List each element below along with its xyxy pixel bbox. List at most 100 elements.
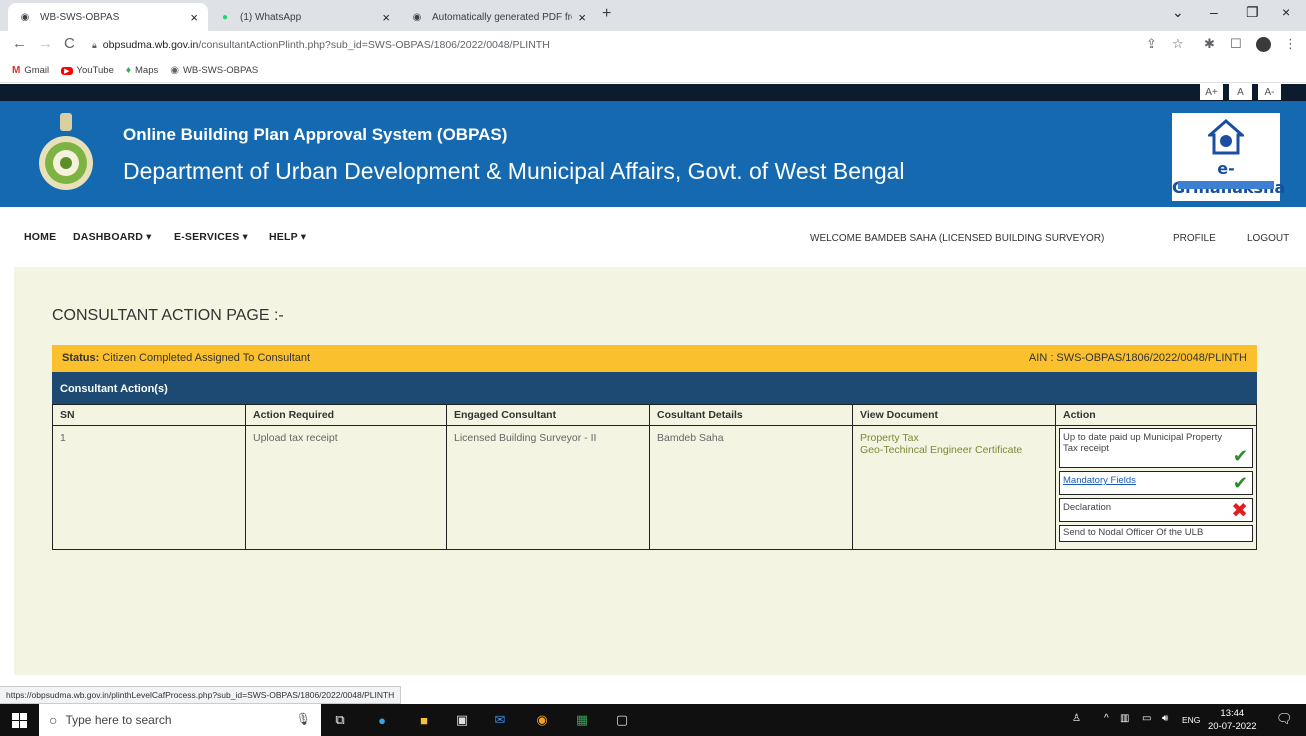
mandatory-fields-link[interactable]: Mandatory Fields (1063, 475, 1136, 486)
notifications-icon[interactable]: 🗨︎ (1276, 711, 1293, 727)
table-row: 1 Upload tax receipt Licensed Building S… (52, 425, 1257, 550)
logout-link[interactable]: LOGOUT (1247, 233, 1289, 244)
tab-search-icon[interactable]: ⌄ (1172, 4, 1184, 21)
profile-link[interactable]: PROFILE (1173, 233, 1216, 244)
browser-toolbar: ← → C 🔒︎ obpsudma.wb.gov.in /consultantA… (0, 31, 1306, 59)
send-to-nodal-officer-button[interactable]: Send to Nodal Officer Of the ULB (1059, 525, 1253, 542)
document-link-geotechnical-certificate[interactable]: Geo-Techincal Engineer Certificate (860, 444, 1048, 456)
edge-icon[interactable]: ● (372, 710, 392, 730)
bookmark-youtube[interactable]: ▶ YouTube (61, 65, 114, 76)
column-header-engaged-consultant: Engaged Consultant (446, 404, 650, 426)
bookmark-label: Gmail (24, 65, 50, 76)
gmail-icon: M (12, 65, 21, 76)
extensions-icon[interactable]: ✱ (1204, 36, 1215, 52)
link-preview-status: https://obpsudma.wb.gov.in/plinthLevelCa… (0, 686, 402, 704)
close-tab-icon[interactable]: × (382, 10, 390, 25)
site-top-bar: A+ A A- (0, 84, 1306, 101)
forward-icon[interactable]: → (38, 35, 53, 52)
cell-engaged-consultant: Licensed Building Surveyor - II (446, 425, 650, 550)
bookmark-star-icon[interactable]: ☆ (1172, 36, 1184, 52)
bookmark-obpas[interactable]: ◉ WB-SWS-OBPAS (170, 65, 258, 76)
cross-icon: ✖ (1231, 500, 1248, 522)
microphone-icon[interactable]: 🎙︎ (296, 712, 311, 726)
action-label: Declaration (1063, 502, 1112, 513)
file-explorer-icon[interactable]: ■ (414, 710, 434, 730)
nav-dashboard[interactable]: DASHBOARD ▾ (73, 231, 152, 243)
tab-title: (1) WhatsApp (240, 11, 302, 23)
maps-icon: ♦ (125, 65, 131, 76)
main-nav: HOME DASHBOARD ▾ E-SERVICES ▾ HELP ▾ WEL… (0, 207, 1306, 267)
close-window-icon[interactable]: × (1282, 4, 1290, 20)
action-label: Send to Nodal Officer Of the ULB (1063, 527, 1204, 538)
clock-time: 13:44 (1220, 708, 1245, 719)
new-tab-icon[interactable]: + (602, 5, 611, 23)
column-header-action-required: Action Required (245, 404, 447, 426)
action-mandatory-fields[interactable]: Mandatory Fields ✔ (1059, 471, 1253, 495)
windows-start-icon[interactable] (12, 713, 27, 728)
search-icon: ○ (49, 712, 58, 728)
volume-icon[interactable]: 🔊︎ (1162, 713, 1168, 724)
cell-view-document: Property Tax Geo-Techincal Engineer Cert… (852, 425, 1056, 550)
taskbar-search-box[interactable]: ○ Type here to search 🎙︎ (39, 704, 321, 736)
consultant-actions-header: Consultant Action(s) (52, 372, 1257, 404)
tab-title: Automatically generated PDF fro (432, 11, 573, 23)
browser-tab-obpas[interactable]: ◉ WB-SWS-OBPAS × (8, 3, 208, 31)
chrome-icon[interactable]: ◉ (532, 710, 552, 730)
store-icon[interactable]: ▣ (452, 710, 472, 730)
nav-home[interactable]: HOME (24, 231, 56, 243)
header-system-title: Online Building Plan Approval System (OB… (123, 125, 508, 144)
globe-icon: ◉ (170, 65, 179, 76)
sidebar-icon[interactable]: ☐ (1230, 36, 1242, 52)
globe-icon: ◉ (20, 11, 30, 23)
action-declaration[interactable]: Declaration ✖ (1059, 498, 1253, 522)
logo-ribbon (1178, 181, 1274, 189)
action-tax-receipt[interactable]: Up to date paid up Municipal Property Ta… (1059, 428, 1253, 468)
language-indicator[interactable]: ENG (1182, 715, 1200, 725)
url-host: obpsudma.wb.gov.in (102, 39, 199, 51)
network-icon[interactable]: ▥ (1120, 713, 1129, 724)
app-window-icon[interactable]: ▢ (612, 710, 632, 730)
logo-text: e-Grihanaksha (1172, 159, 1286, 197)
status-label: Status: (62, 352, 100, 364)
bookmark-maps[interactable]: ♦ Maps (126, 65, 158, 76)
search-placeholder: Type here to search (65, 713, 172, 727)
nav-help[interactable]: HELP ▾ (269, 231, 306, 243)
share-icon[interactable]: ⇪ (1146, 36, 1157, 52)
youtube-icon: ▶ (61, 66, 73, 75)
cell-action-required: Upload tax receipt (245, 425, 447, 550)
browser-tab-whatsapp[interactable]: ● (1) WhatsApp × (208, 3, 400, 31)
restore-icon[interactable]: ❐ (1246, 4, 1259, 21)
cell-action: Up to date paid up Municipal Property Ta… (1055, 425, 1257, 550)
bookmark-gmail[interactable]: M Gmail (12, 65, 49, 76)
house-logo-icon (1208, 119, 1244, 155)
mail-icon[interactable]: ✉ (490, 710, 510, 730)
url-path: /consultantActionPlinth.php?sub_id=SWS-O… (198, 39, 550, 51)
profile-avatar-icon[interactable] (1256, 37, 1271, 52)
close-tab-icon[interactable]: × (190, 10, 198, 25)
welcome-text: WELCOME BAMDEB SAHA (LICENSED BUILDING S… (810, 233, 1105, 244)
column-header-action: Action (1055, 404, 1257, 426)
back-icon[interactable]: ← (12, 35, 27, 52)
more-menu-icon[interactable]: ⋮ (1284, 36, 1297, 52)
taskbar-clock[interactable]: 13:44 20-07-2022 (1208, 707, 1257, 733)
font-increase-button[interactable]: A+ (1200, 84, 1223, 100)
font-decrease-button[interactable]: A- (1258, 84, 1281, 100)
close-tab-icon[interactable]: × (578, 10, 586, 25)
browser-tab-pdf[interactable]: ◉ Automatically generated PDF fro × (400, 3, 596, 31)
document-link-property-tax[interactable]: Property Tax (860, 432, 1048, 444)
excel-icon[interactable]: ▦ (572, 710, 592, 730)
column-header-view-document: View Document (852, 404, 1056, 426)
windows-taskbar: ○ Type here to search 🎙︎ ⧉ ● ■ ▣ ✉ ◉ ▦ ▢… (0, 704, 1306, 736)
minimize-icon[interactable]: – (1210, 4, 1218, 20)
address-bar[interactable]: 🔒︎ obpsudma.wb.gov.in /consultantActionP… (92, 34, 1132, 56)
people-icon[interactable]: ♙ (1072, 713, 1081, 724)
bookmark-label: WB-SWS-OBPAS (182, 65, 259, 76)
e-grihanaksha-logo: e-Grihanaksha (1172, 113, 1286, 201)
display-icon[interactable]: ▭ (1142, 713, 1151, 724)
font-normal-button[interactable]: A (1229, 84, 1252, 100)
tray-chevron-icon[interactable]: ^ (1104, 713, 1109, 724)
nav-e-services[interactable]: E-SERVICES ▾ (174, 231, 248, 243)
status-bar: Status: Citizen Completed Assigned To Co… (52, 345, 1257, 372)
task-view-icon[interactable]: ⧉ (330, 710, 350, 730)
reload-icon[interactable]: C (64, 35, 75, 52)
